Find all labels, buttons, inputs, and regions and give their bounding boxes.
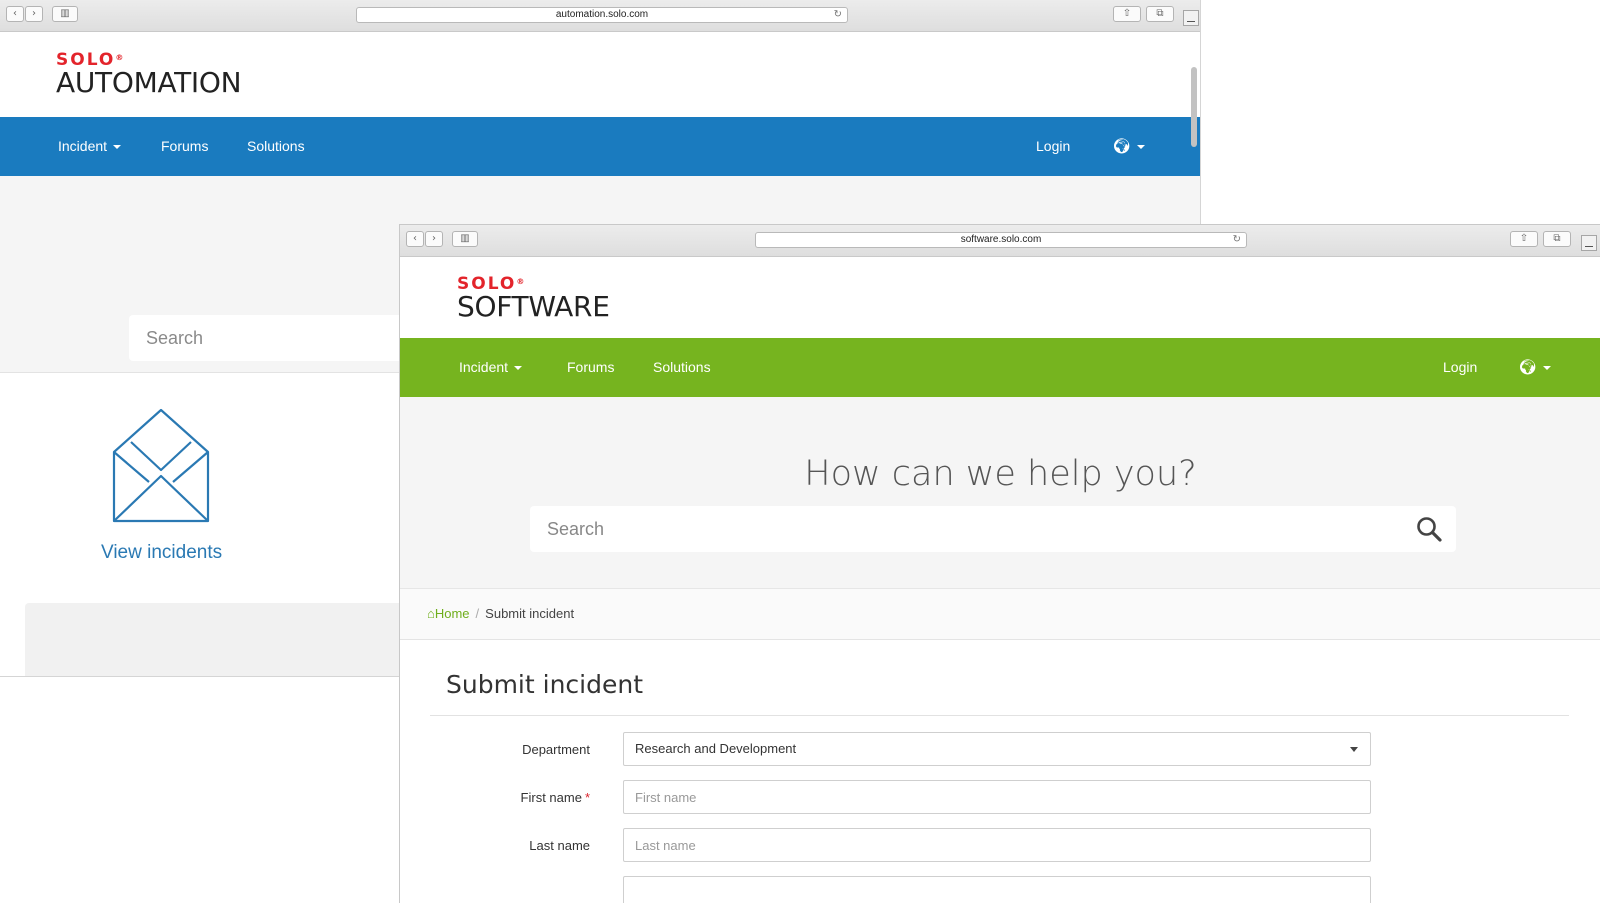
hero-title: How can we help you? [804,454,1197,494]
chevron-down-icon [1350,747,1358,752]
address-bar-url: software.solo.com [960,234,1042,245]
language-dropdown[interactable]: 🌍︎ [1518,338,1552,397]
address-bar[interactable]: automation.solo.com ↻ [356,7,848,23]
next-form-field[interactable] [623,876,1371,903]
nav-forums[interactable]: Forums [567,338,614,397]
last-name-label: Last name [529,838,590,853]
reload-icon[interactable]: ↻ [1233,233,1241,247]
sidebar-toggle-icon[interactable]: ▥ [52,6,78,22]
nav-login[interactable]: Login [1036,117,1070,176]
breadcrumb: ⌂Home / Submit incident [400,589,1600,640]
site-logo[interactable]: SOLO® AUTOMATION [56,52,242,99]
nav-incident-dropdown[interactable]: Incident [58,117,122,176]
browser-toolbar: ‹ › ▥ automation.solo.com ↻ ⇧ ⧉ [0,0,1200,32]
back-arrow-icon[interactable]: ‹ [6,6,24,22]
search-input[interactable] [530,506,1390,552]
software-browser-window: ‹ › ▥ software.solo.com ↻ ⇧ ⧉ SOLO® SOFT… [399,224,1600,903]
search-input[interactable]: Search [129,315,429,361]
nav-forums[interactable]: Forums [161,117,208,176]
first-name-field[interactable] [623,780,1371,814]
minimize-icon[interactable] [1581,235,1597,251]
main-navbar: Incident Forums Solutions Login 🌍︎ [0,117,1200,176]
scrollbar-thumb[interactable] [1191,67,1197,147]
address-bar-url: automation.solo.com [555,9,649,20]
logo-product-name: SOFTWARE [457,290,610,323]
site-logo[interactable]: SOLO® SOFTWARE [457,276,610,321]
caret-down-icon [1137,145,1146,150]
main-navbar: Incident Forums Solutions Login 🌍︎ [400,338,1600,397]
last-name-field[interactable] [623,828,1371,862]
caret-down-icon [1543,366,1552,371]
globe-icon: 🌍︎ [1112,137,1132,155]
nav-incident-dropdown[interactable]: Incident [459,338,523,397]
globe-icon: 🌍︎ [1518,358,1538,376]
nav-solutions[interactable]: Solutions [653,338,711,397]
first-name-label: First name * [520,790,590,805]
share-icon[interactable]: ⇧ [1510,231,1538,247]
search-icon[interactable] [1416,516,1442,542]
nav-solutions[interactable]: Solutions [247,117,305,176]
tabs-icon[interactable]: ⧉ [1543,231,1571,247]
department-select[interactable]: Research and Development [623,732,1371,766]
forward-arrow-icon[interactable]: › [425,231,443,247]
logo-product-name: AUTOMATION [56,66,242,99]
minimize-icon[interactable] [1183,10,1199,26]
reload-icon[interactable]: ↻ [834,8,842,22]
software-page: SOLO® SOFTWARE Incident Forums Solutions… [400,256,1600,903]
required-marker: * [584,790,590,805]
back-arrow-icon[interactable]: ‹ [406,231,424,247]
sidebar-toggle-icon[interactable]: ▥ [452,231,478,247]
address-bar[interactable]: software.solo.com ↻ [755,232,1247,248]
breadcrumb-home-link[interactable]: ⌂Home [427,606,470,621]
forward-arrow-icon[interactable]: › [25,6,43,22]
search-box [530,506,1456,552]
view-incidents-link[interactable]: View incidents [101,542,222,564]
caret-down-icon [113,145,122,150]
language-dropdown[interactable]: 🌍︎ [1112,117,1146,176]
title-divider [430,715,1569,716]
content-panel [25,603,425,676]
page-title: Submit incident [446,670,644,699]
home-icon: ⌂ [427,606,435,621]
department-label: Department [522,742,590,757]
nav-login[interactable]: Login [1443,338,1477,397]
share-icon[interactable]: ⇧ [1113,6,1141,22]
tabs-icon[interactable]: ⧉ [1146,6,1174,22]
envelope-icon[interactable] [111,408,211,524]
breadcrumb-separator: / [475,606,480,621]
caret-down-icon [514,366,523,371]
breadcrumb-current: Submit incident [485,606,575,621]
browser-toolbar: ‹ › ▥ software.solo.com ↻ ⇧ ⧉ [400,225,1600,257]
hero-section: How can we help you? [400,397,1600,589]
breadcrumb-trail: ⌂Home / Submit incident [427,606,574,621]
department-select-value: Research and Development [635,741,797,756]
